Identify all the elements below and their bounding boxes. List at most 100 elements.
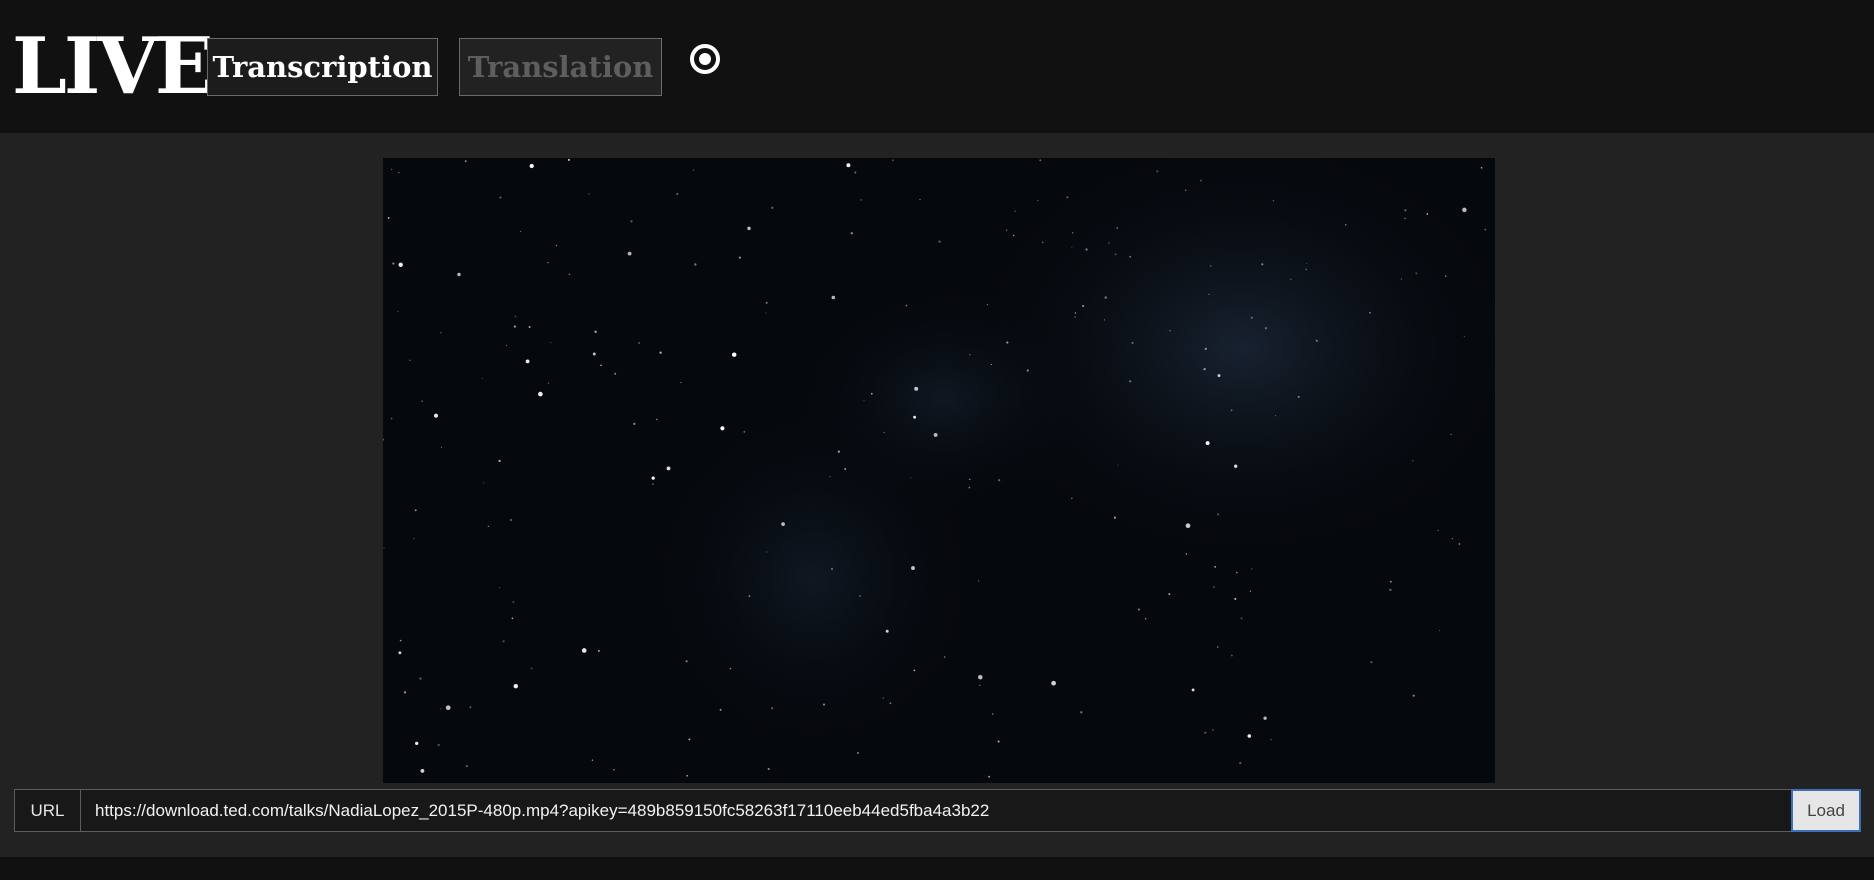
star (1014, 210, 1016, 212)
tab-translation[interactable]: Translation (459, 38, 662, 96)
star (529, 163, 534, 169)
star (882, 697, 885, 699)
star (1039, 159, 1041, 161)
star (638, 341, 641, 345)
star (905, 304, 908, 307)
star (720, 426, 725, 431)
star (547, 382, 550, 384)
star (1480, 166, 1483, 169)
star (968, 486, 971, 489)
star (1426, 212, 1429, 215)
star (390, 168, 393, 171)
star (1484, 228, 1487, 231)
star (1234, 464, 1238, 468)
star (413, 538, 415, 540)
star (1168, 593, 1171, 596)
star (765, 312, 767, 314)
star (1412, 460, 1414, 462)
star (1239, 761, 1242, 765)
record-dot (699, 53, 711, 65)
record-icon[interactable] (690, 44, 720, 74)
star (1216, 513, 1220, 516)
star (1012, 234, 1015, 237)
star (567, 158, 570, 161)
star (1042, 241, 1044, 243)
star (420, 768, 425, 773)
star (502, 640, 505, 643)
star (588, 193, 590, 195)
star (1270, 738, 1272, 741)
star (1437, 529, 1439, 531)
star (397, 310, 399, 312)
star (731, 352, 737, 357)
star (519, 230, 522, 233)
star (1458, 543, 1461, 545)
star (1209, 265, 1212, 267)
star (1184, 189, 1187, 192)
star (986, 303, 989, 306)
star (403, 691, 407, 694)
star (1104, 296, 1107, 299)
star (1066, 196, 1069, 199)
star (846, 163, 851, 168)
star (498, 459, 501, 463)
star (1315, 339, 1318, 342)
star (1085, 248, 1088, 251)
star (997, 740, 1000, 743)
star (1306, 262, 1308, 264)
star (505, 345, 507, 347)
star (633, 422, 636, 426)
star (383, 547, 385, 549)
star (943, 656, 946, 658)
star (991, 713, 994, 715)
star (1444, 275, 1447, 277)
star (1261, 263, 1264, 266)
star (419, 677, 422, 680)
star (513, 325, 517, 328)
star (1037, 199, 1039, 202)
star (860, 199, 862, 201)
star (1251, 568, 1253, 570)
star (1074, 312, 1077, 314)
star (685, 660, 688, 663)
star (990, 363, 992, 366)
star (1185, 553, 1188, 555)
star (1114, 253, 1117, 256)
star (1070, 497, 1073, 500)
tab-transcription[interactable]: Transcription (207, 38, 438, 96)
star (1103, 319, 1105, 321)
star (398, 171, 400, 174)
star (1235, 571, 1238, 574)
star (1344, 224, 1347, 226)
star (398, 262, 403, 267)
star (627, 251, 632, 256)
url-label: URL (15, 790, 81, 831)
star (581, 648, 587, 653)
star (421, 400, 423, 402)
star (528, 325, 531, 329)
star (1204, 731, 1207, 734)
star (512, 601, 515, 604)
star (1131, 341, 1134, 344)
star (591, 759, 594, 761)
load-button[interactable]: Load (1791, 789, 1861, 832)
star (1230, 409, 1233, 412)
star (1369, 311, 1371, 314)
footer-bar (0, 857, 1874, 880)
star (1113, 516, 1116, 519)
video-frame (383, 158, 1495, 783)
star (1212, 586, 1215, 589)
star (771, 707, 774, 710)
video-player[interactable] (383, 158, 1495, 783)
star (1006, 341, 1009, 344)
star (686, 774, 689, 777)
star (680, 382, 682, 384)
star (651, 476, 655, 480)
star (614, 372, 617, 375)
star (1205, 441, 1210, 446)
star (914, 386, 919, 391)
star (1263, 716, 1267, 720)
star (1439, 630, 1441, 632)
star (1400, 278, 1403, 280)
url-input[interactable] (81, 790, 1791, 831)
